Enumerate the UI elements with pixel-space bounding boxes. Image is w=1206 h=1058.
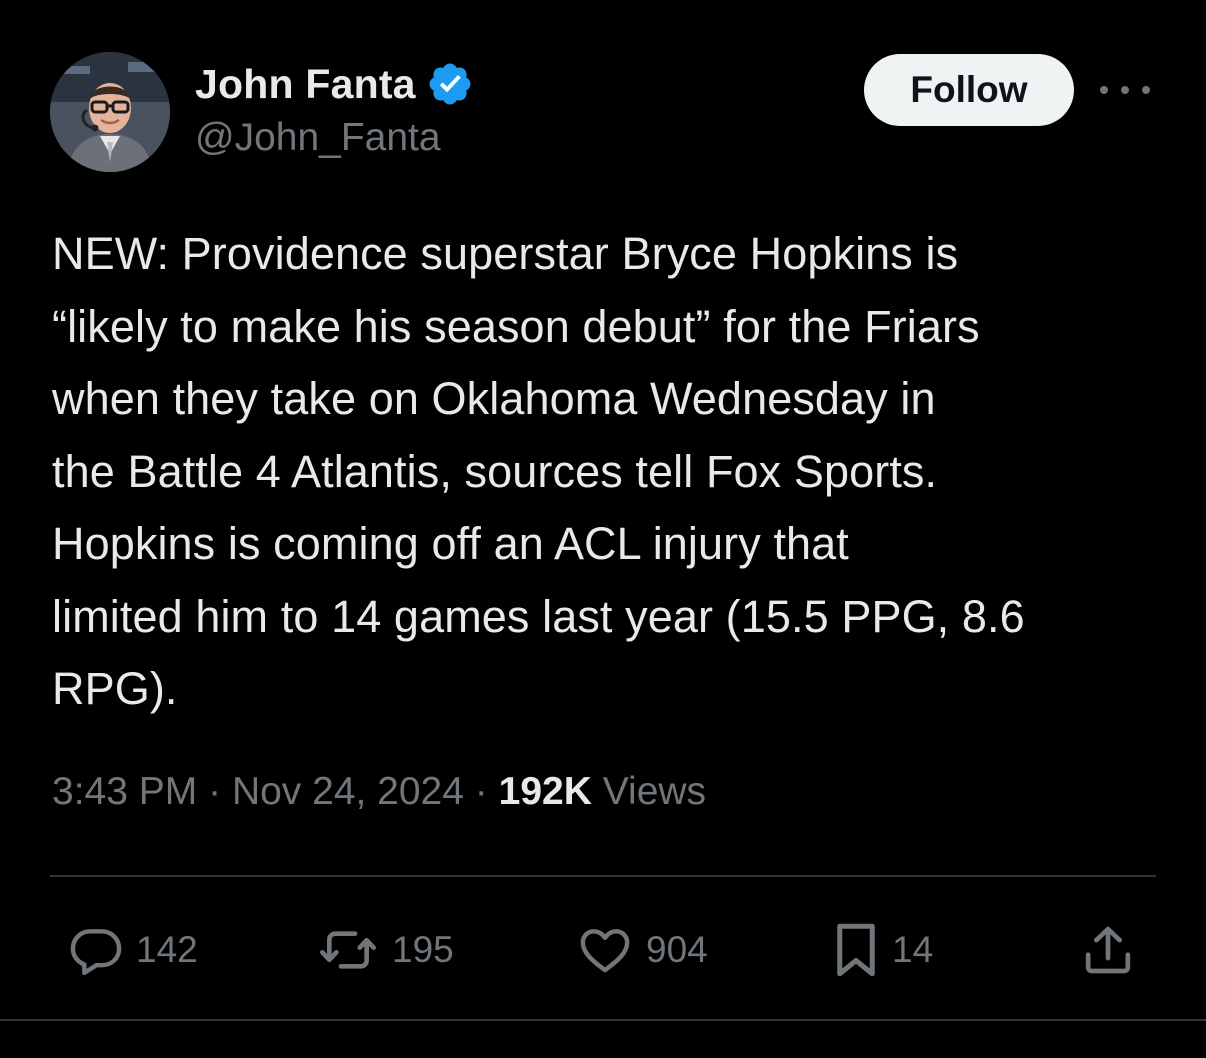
tweet-time[interactable]: 3:43 PM <box>52 770 197 813</box>
tweet-text: NEW: Providence superstar Bryce Hopkins … <box>52 228 1025 714</box>
meta-separator: · <box>208 770 222 813</box>
repost-icon <box>320 931 376 969</box>
views-label: Views <box>602 770 707 813</box>
share-icon <box>1085 926 1131 974</box>
share-button[interactable] <box>1080 922 1136 978</box>
user-handle[interactable]: @John_Fanta <box>195 116 474 160</box>
tweet-date[interactable]: Nov 24, 2024 <box>232 770 464 813</box>
tweet-meta: 3:43 PM · Nov 24, 2024 · 192K Views <box>52 770 706 814</box>
more-dot <box>1100 86 1108 94</box>
divider <box>0 1019 1206 1021</box>
meta-separator: · <box>474 770 488 813</box>
tweet-header: John Fanta @John_Fanta Follow <box>50 52 1160 176</box>
user-info: John Fanta @John_Fanta <box>195 56 474 160</box>
reply-icon <box>70 929 122 976</box>
like-count: 904 <box>646 929 708 970</box>
more-options-icon[interactable] <box>1100 80 1150 100</box>
repost-count: 195 <box>392 929 454 970</box>
bookmark-icon <box>837 923 875 977</box>
avatar[interactable] <box>50 52 170 172</box>
bookmark-button[interactable]: 14 <box>830 922 933 978</box>
profile-photo-icon <box>50 52 170 172</box>
divider <box>50 875 1156 877</box>
reply-button[interactable]: 142 <box>66 922 198 978</box>
more-dot <box>1121 86 1129 94</box>
views-count: 192K <box>498 770 592 813</box>
more-dot <box>1142 86 1150 94</box>
display-name-row: John Fanta <box>195 56 474 112</box>
like-button[interactable]: 904 <box>574 922 708 978</box>
heart-icon <box>580 929 630 973</box>
display-name[interactable]: John Fanta <box>195 61 416 108</box>
follow-button[interactable]: Follow <box>864 54 1074 126</box>
repost-button[interactable]: 195 <box>314 922 454 978</box>
reply-count: 142 <box>136 929 198 970</box>
verified-badge-icon[interactable] <box>426 60 474 108</box>
bookmark-count: 14 <box>892 929 934 970</box>
